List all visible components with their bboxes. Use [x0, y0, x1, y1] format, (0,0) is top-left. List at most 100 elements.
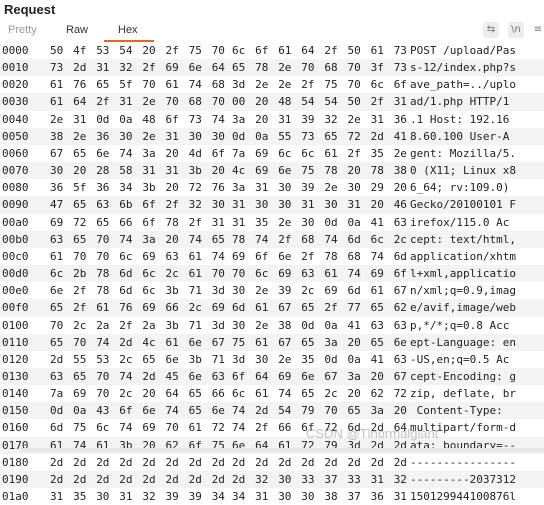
hex-byte[interactable]: 36 — [371, 488, 387, 505]
hex-byte[interactable]: 6d — [232, 299, 248, 316]
hex-byte[interactable]: 47 — [50, 196, 66, 213]
hex-byte[interactable]: 2f — [119, 317, 135, 334]
hex-byte[interactable]: 31 — [142, 162, 158, 179]
hex-byte[interactable]: 54 — [119, 42, 135, 59]
hex-byte[interactable]: 63 — [394, 214, 410, 231]
hex-byte[interactable]: 30 — [232, 282, 248, 299]
hex-byte[interactable]: 6c — [96, 419, 112, 436]
hex-byte[interactable]: 63 — [301, 265, 317, 282]
hex-byte[interactable]: 30 — [278, 471, 294, 488]
hex-byte[interactable]: 62 — [371, 385, 387, 402]
hex-byte[interactable]: 46 — [394, 196, 410, 213]
hex-byte[interactable]: 70 — [212, 93, 228, 110]
hex-byte[interactable]: 72 — [73, 214, 89, 231]
hex-byte[interactable]: 37 — [348, 488, 364, 505]
hex-byte[interactable]: 0a — [119, 111, 135, 128]
hex-byte[interactable]: 62 — [394, 299, 410, 316]
hex-byte[interactable]: 0d — [301, 317, 317, 334]
hex-byte[interactable]: 74 — [212, 111, 228, 128]
hex-byte[interactable]: 20 — [394, 402, 410, 419]
ascii-text[interactable]: s-12/index.php?s — [410, 59, 516, 76]
hex-byte[interactable]: 3d — [232, 76, 248, 93]
hex-byte[interactable]: 30 — [119, 128, 135, 145]
hex-byte[interactable]: 2d — [96, 454, 112, 471]
hex-byte[interactable]: 70 — [301, 59, 317, 76]
hex-byte[interactable]: 69 — [142, 248, 158, 265]
hex-byte[interactable]: 20 — [212, 162, 228, 179]
ascii-text[interactable]: gent: Mozilla/5. — [410, 145, 516, 162]
hex-byte[interactable]: 68 — [301, 231, 317, 248]
hex-byte[interactable]: 6e — [278, 248, 294, 265]
hex-byte[interactable]: 2d — [232, 471, 248, 488]
hex-byte[interactable]: 74 — [232, 402, 248, 419]
ascii-text[interactable]: l+xml,applicatio — [410, 265, 516, 282]
hex-byte[interactable]: 71 — [189, 317, 205, 334]
hex-byte[interactable]: 2f — [189, 214, 205, 231]
hex-byte[interactable]: 37 — [324, 471, 340, 488]
hex-byte[interactable]: 72 — [212, 419, 228, 436]
hex-byte[interactable]: 6c — [255, 265, 271, 282]
hex-byte[interactable]: 68 — [324, 59, 340, 76]
hex-byte[interactable]: 54 — [278, 402, 294, 419]
ascii-text[interactable]: ept-Language: en — [410, 334, 516, 351]
hex-byte[interactable]: 68 — [189, 93, 205, 110]
hex-byte[interactable]: 30 — [301, 488, 317, 505]
hex-byte[interactable]: 2d — [119, 454, 135, 471]
hex-byte[interactable]: 65 — [348, 402, 364, 419]
hex-byte[interactable]: 30 — [255, 196, 271, 213]
hex-byte[interactable]: 2d — [348, 454, 364, 471]
hex-byte[interactable]: 30 — [212, 128, 228, 145]
hex-byte[interactable]: 54 — [324, 93, 340, 110]
hex-byte[interactable]: 74 — [348, 265, 364, 282]
hex-byte[interactable]: 0a — [255, 128, 271, 145]
hex-byte[interactable]: 6d — [348, 231, 364, 248]
hex-byte[interactable]: 69 — [142, 419, 158, 436]
ascii-text[interactable]: ---------2037312 — [410, 471, 516, 488]
hex-byte[interactable]: 28 — [96, 162, 112, 179]
hex-byte[interactable]: 69 — [212, 299, 228, 316]
hex-byte[interactable]: 65 — [96, 76, 112, 93]
hex-byte[interactable]: 38 — [278, 317, 294, 334]
hex-byte[interactable]: 2d — [371, 128, 387, 145]
hex-byte[interactable]: 30 — [278, 196, 294, 213]
hex-byte[interactable]: 31 — [166, 128, 182, 145]
hex-byte[interactable]: 67 — [212, 334, 228, 351]
hex-byte[interactable]: 70 — [166, 93, 182, 110]
hex-byte[interactable]: 70 — [96, 231, 112, 248]
hex-byte[interactable]: 63 — [394, 351, 410, 368]
hex-byte[interactable]: 3f — [371, 59, 387, 76]
hex-byte[interactable]: 32 — [189, 196, 205, 213]
hex-byte[interactable]: 66 — [212, 385, 228, 402]
hex-byte[interactable]: 73 — [189, 111, 205, 128]
hex-byte[interactable]: 31 — [96, 59, 112, 76]
hex-byte[interactable]: 69 — [73, 385, 89, 402]
hex-byte[interactable]: 34 — [212, 488, 228, 505]
hex-byte[interactable]: 20 — [371, 196, 387, 213]
hex-byte[interactable]: 2f — [301, 248, 317, 265]
hex-byte[interactable]: 2f — [371, 93, 387, 110]
hex-byte[interactable]: 66 — [166, 299, 182, 316]
hex-byte[interactable]: 61 — [189, 419, 205, 436]
hex-byte[interactable]: 41 — [348, 317, 364, 334]
hex-byte[interactable]: 6e — [189, 59, 205, 76]
hex-byte[interactable]: 74 — [189, 231, 205, 248]
hex-byte[interactable]: 2e — [255, 76, 271, 93]
hex-byte[interactable]: 61 — [255, 334, 271, 351]
hex-byte[interactable]: 6f — [255, 248, 271, 265]
ascii-text[interactable]: -US,en;q=0.5 Ac — [410, 351, 509, 368]
ascii-text[interactable]: ad/1.php HTTP/1 — [410, 93, 509, 110]
hex-byte[interactable]: 32 — [142, 488, 158, 505]
hex-byte[interactable]: 3d — [212, 317, 228, 334]
hex-byte[interactable]: 6e — [142, 402, 158, 419]
hex-byte[interactable]: 64 — [166, 385, 182, 402]
hex-byte[interactable]: 74 — [189, 76, 205, 93]
hex-byte[interactable]: 72 — [348, 128, 364, 145]
hex-byte[interactable]: 6f — [255, 42, 271, 59]
hex-byte[interactable]: 6e — [301, 368, 317, 385]
hex-byte[interactable]: 36 — [96, 179, 112, 196]
hex-byte[interactable]: 78 — [232, 231, 248, 248]
hex-byte[interactable]: 68 — [348, 248, 364, 265]
hex-byte[interactable]: 0d — [324, 214, 340, 231]
hex-byte[interactable]: 41 — [371, 351, 387, 368]
hex-byte[interactable]: 2d — [73, 454, 89, 471]
